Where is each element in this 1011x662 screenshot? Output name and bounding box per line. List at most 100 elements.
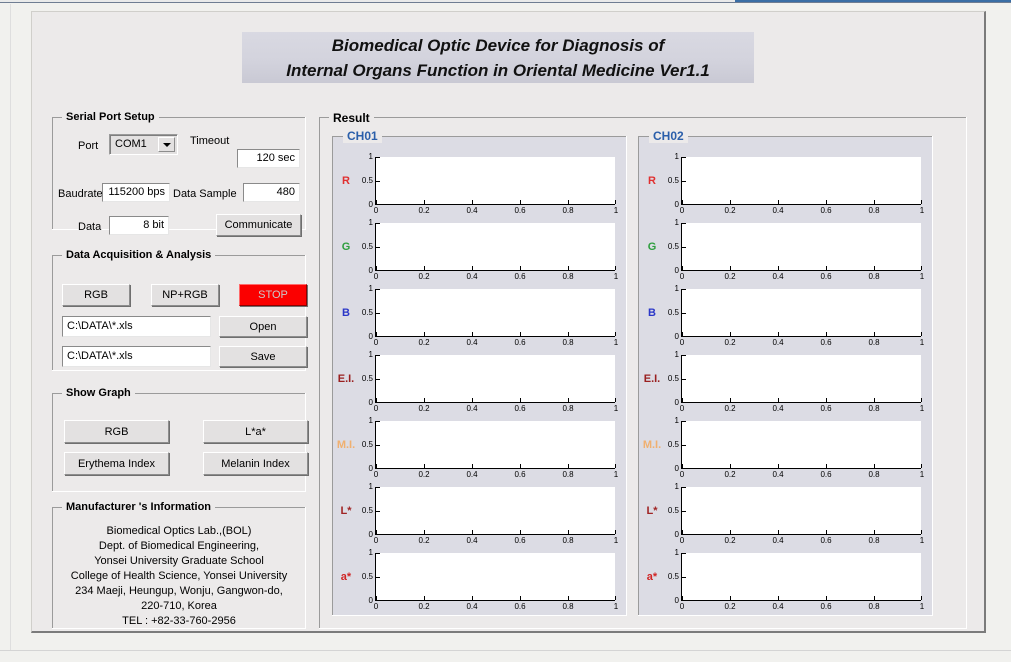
x-axis-tick-mark [424, 332, 425, 336]
y-axis-tick-mark [682, 270, 686, 271]
x-axis-tick-mark [472, 200, 473, 204]
x-axis-tick-label: 0 [373, 272, 379, 281]
open-button[interactable]: Open [219, 316, 307, 337]
data-field[interactable]: 8 bit [109, 216, 169, 235]
x-axis-tick-label: 0.2 [724, 470, 736, 479]
save-path-input[interactable]: C:\DATA\*.xls [62, 346, 211, 367]
save-button[interactable]: Save [219, 346, 307, 367]
x-axis-tick-mark [376, 398, 377, 402]
chevron-down-icon[interactable] [158, 137, 175, 152]
data-sample-field[interactable]: 480 [243, 183, 300, 202]
x-axis-tick-label: 0.8 [562, 536, 574, 545]
plot-signal-label-g: G [341, 241, 351, 253]
y-axis-tick-label: 1 [674, 350, 679, 359]
y-axis-tick-mark [376, 270, 380, 271]
x-axis-tick-mark [682, 398, 683, 402]
x-axis-tick-mark [472, 332, 473, 336]
show-rgb-button[interactable]: RGB [64, 420, 169, 443]
show-lab-button[interactable]: L*a* [203, 420, 308, 443]
y-axis-tick-mark [682, 553, 686, 554]
y-axis-tick-mark [376, 577, 380, 578]
x-axis-tick-label: 0.6 [514, 404, 526, 413]
x-axis-tick-mark [921, 200, 922, 204]
timeout-field[interactable]: 120 sec [237, 149, 300, 168]
y-axis-tick-label: 0 [368, 200, 373, 209]
x-axis-tick-label: 1 [613, 602, 619, 611]
y-axis-tick-label: 0.5 [361, 242, 373, 251]
x-axis-tick-label: 0.2 [418, 338, 430, 347]
x-axis-tick-label: 0.2 [724, 602, 736, 611]
x-axis-tick-label: 0.8 [868, 206, 880, 215]
show-erythema-index-button[interactable]: Erythema Index [64, 452, 169, 475]
plot-signal-label-b: B [342, 307, 350, 319]
y-axis-tick-mark [376, 289, 380, 290]
x-axis-tick-mark [424, 266, 425, 270]
plot-signal-label-a: a* [646, 571, 658, 583]
np-rgb-acquire-button[interactable]: NP+RGB [151, 284, 219, 306]
x-axis-tick-mark [568, 332, 569, 336]
x-axis-tick-label: 1 [613, 338, 619, 347]
y-axis-tick-label: 1 [368, 416, 373, 425]
y-axis-tick-label: 0.5 [361, 506, 373, 515]
stop-button[interactable]: STOP [239, 284, 307, 306]
y-axis-tick-label: 0.5 [667, 308, 679, 317]
y-axis-tick-mark [376, 402, 380, 403]
x-axis-tick-label: 0.2 [418, 206, 430, 215]
x-axis-tick-mark [730, 398, 731, 402]
x-axis-tick-label: 1 [613, 206, 619, 215]
x-axis-tick-label: 0 [373, 470, 379, 479]
x-axis-tick-mark [778, 200, 779, 204]
x-axis-tick-mark [682, 596, 683, 600]
plot-axes: 0 0.5 1 0 0.2 0.4 0.6 0.8 1 [362, 417, 618, 479]
x-axis-tick-mark [472, 266, 473, 270]
plot-signal-label-ei: E.I. [337, 373, 355, 385]
x-axis-tick-mark [682, 266, 683, 270]
x-axis-tick-label: 0.6 [514, 338, 526, 347]
x-axis-tick-label: 0 [373, 536, 379, 545]
x-axis-tick-mark [568, 530, 569, 534]
x-axis-tick-mark [682, 464, 683, 468]
x-axis-tick-label: 1 [919, 206, 925, 215]
x-axis-tick-label: 0 [679, 470, 685, 479]
plot-axes: 0 0.5 1 0 0.2 0.4 0.6 0.8 1 [668, 351, 924, 413]
rgb-acquire-button[interactable]: RGB [62, 284, 130, 306]
port-select[interactable]: COM1 [109, 134, 178, 155]
y-axis-tick-mark [376, 421, 380, 422]
x-axis-tick-mark [520, 596, 521, 600]
y-axis-tick-mark [682, 379, 686, 380]
plot-axes: 0 0.5 1 0 0.2 0.4 0.6 0.8 1 [362, 153, 618, 215]
baudrate-field[interactable]: 115200 bps [102, 183, 170, 202]
x-axis-tick-mark [921, 530, 922, 534]
y-axis-tick-label: 0.5 [361, 374, 373, 383]
x-axis-tick-label: 0.8 [562, 272, 574, 281]
x-axis-tick-label: 0.8 [562, 404, 574, 413]
show-melanin-index-button[interactable]: Melanin Index [203, 452, 308, 475]
x-axis-tick-label: 0.2 [418, 404, 430, 413]
open-path-input[interactable]: C:\DATA\*.xls [62, 316, 211, 337]
x-axis-tick-mark [730, 464, 731, 468]
plot-signal-label-g: G [647, 241, 657, 253]
y-axis-tick-mark [682, 487, 686, 488]
y-axis-tick-label: 0.5 [361, 176, 373, 185]
x-axis-tick-label: 0.4 [466, 536, 478, 545]
x-axis-tick-mark [730, 332, 731, 336]
x-axis-tick-mark [921, 266, 922, 270]
x-axis-tick-mark [424, 596, 425, 600]
x-axis-tick-label: 0.4 [466, 338, 478, 347]
y-axis-tick-label: 0 [674, 200, 679, 209]
page-title-line1: Biomedical Optic Device for Diagnosis of [331, 36, 665, 55]
plot-row-ch02-ei: E.I. 0 0.5 1 0 0.2 0.4 0.6 0.8 1 [639, 351, 932, 413]
plot-row-ch02-mi: M.I. 0 0.5 1 0 0.2 0.4 0.6 0.8 1 [639, 417, 932, 479]
data-label: Data [78, 221, 102, 233]
communicate-button[interactable]: Communicate [216, 214, 301, 236]
x-axis-tick-mark [826, 398, 827, 402]
plot-row-ch01-ei: E.I. 0 0.5 1 0 0.2 0.4 0.6 0.8 1 [333, 351, 626, 413]
page-title: Biomedical Optic Device for Diagnosis of… [242, 32, 754, 83]
plot-signal-label-mi: M.I. [336, 439, 356, 451]
y-axis-tick-mark [682, 468, 686, 469]
y-axis-tick-mark [376, 534, 380, 535]
y-axis-tick-mark [682, 600, 686, 601]
x-axis-tick-mark [424, 200, 425, 204]
x-axis-tick-label: 0.6 [514, 470, 526, 479]
y-axis-tick-label: 0.5 [361, 440, 373, 449]
